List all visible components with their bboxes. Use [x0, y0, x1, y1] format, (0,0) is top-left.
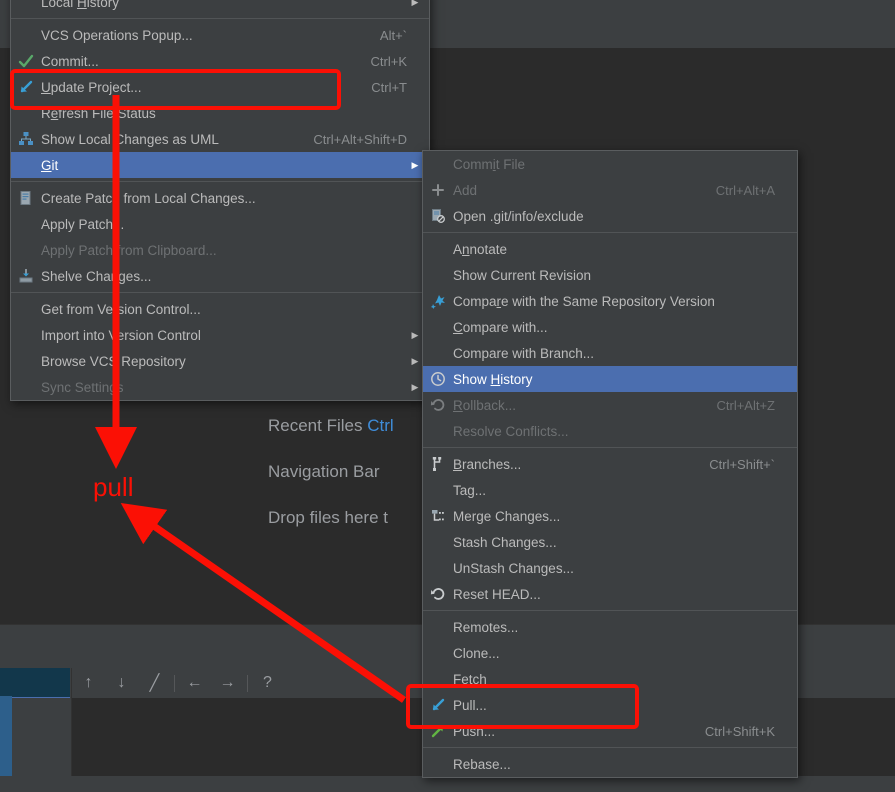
arrow-diagonal-to-pull	[120, 503, 406, 703]
annotation-pull-label: pull	[93, 472, 134, 502]
annotation-overlay	[95, 95, 406, 703]
highlight-box-update-project	[10, 69, 341, 110]
highlight-box-pull	[406, 684, 639, 729]
